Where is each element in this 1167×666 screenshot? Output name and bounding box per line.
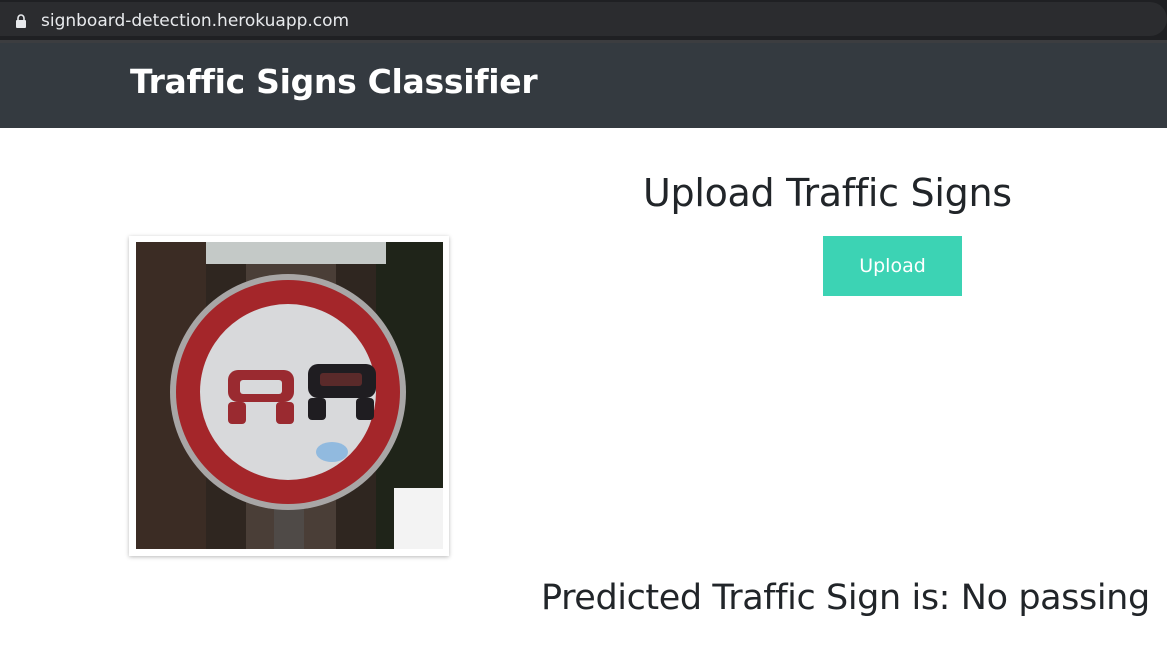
lock-icon [16,14,26,28]
prediction-value: No passing [960,578,1150,618]
upload-heading: Upload Traffic Signs [643,171,1012,215]
prediction-prefix: Predicted Traffic Sign is: [541,578,951,618]
image-preview-frame [129,236,449,556]
brand-title[interactable]: Traffic Signs Classifier [130,62,538,102]
url-bar[interactable]: signboard-detection.herokuapp.com [0,2,1167,36]
upload-button[interactable]: Upload [823,236,962,296]
traffic-sign-image [136,242,443,549]
prediction-text: Predicted Traffic Sign is: No passing [541,576,1150,620]
url-text[interactable]: signboard-detection.herokuapp.com [41,10,349,32]
navbar: Traffic Signs Classifier [0,43,1167,128]
browser-address-bar: signboard-detection.herokuapp.com [0,0,1167,40]
no-passing-sign-graphic [136,242,443,549]
